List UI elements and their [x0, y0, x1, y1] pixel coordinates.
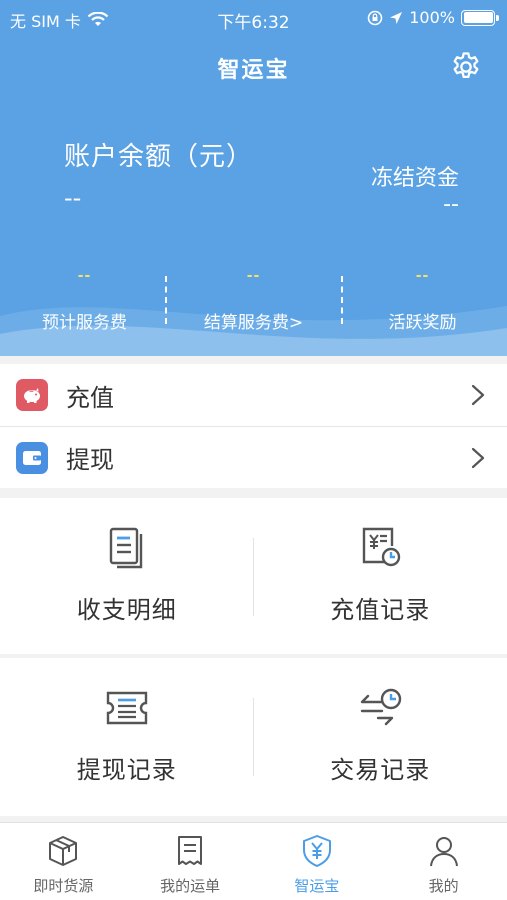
recharge-label: 充值 [66, 383, 114, 412]
tab-label: 即时货源 [33, 877, 94, 895]
user-icon [429, 837, 458, 867]
grid-row: 提现记录 交易记录 [0, 658, 507, 814]
grid-label: 收支明细 [76, 596, 177, 624]
battery-icon [461, 9, 499, 26]
piggy-bank-icon [16, 379, 48, 411]
stat-value: -- [77, 268, 92, 284]
battery-percent: 100% [409, 8, 455, 27]
chevron-right-icon [471, 384, 485, 406]
page-title: 智运宝 [217, 58, 290, 83]
ticket-icon [106, 691, 147, 725]
withdraw-label: 提现 [66, 446, 114, 474]
tab-my-waybill[interactable]: 我的运单 [127, 823, 254, 900]
package-icon [49, 836, 78, 866]
recharge-row[interactable]: 充值 [0, 364, 507, 426]
tab-mine[interactable]: 我的 [380, 823, 507, 900]
grid-label: 交易记录 [330, 756, 431, 784]
recharge-records-button[interactable]: 充值记录 [254, 498, 507, 654]
gear-icon[interactable] [449, 50, 483, 84]
stat-estimated-fee: -- 预计服务费 [0, 264, 169, 336]
income-expense-detail-button[interactable]: 收支明细 [0, 498, 254, 654]
chevron-right-icon [471, 447, 485, 469]
stat-label: 活跃奖励 [388, 313, 457, 333]
tab-zhiyunbao[interactable]: 智运宝 [254, 823, 381, 900]
transfer-clock-icon [361, 688, 402, 726]
stat-divider [341, 276, 343, 324]
tab-label: 我的 [428, 877, 459, 895]
orientation-lock-icon [367, 10, 383, 25]
action-list: 充值 提现 [0, 364, 507, 488]
receipt-clock-icon [363, 527, 401, 567]
waybill-icon [178, 836, 203, 865]
account-header: 无 SIM 卡 下午6:32 100% 智运宝 账户余额（元） -- 冻结资金 … [0, 0, 507, 356]
tab-label: 智运宝 [294, 877, 340, 895]
stat-label[interactable]: 结算服务费> [169, 308, 338, 333]
stat-active-reward: -- 活跃奖励 [338, 264, 507, 336]
transaction-records-button[interactable]: 交易记录 [254, 658, 507, 814]
grid-label: 充值记录 [330, 596, 431, 624]
shield-yuan-icon [302, 835, 331, 867]
status-bar: 无 SIM 卡 下午6:32 100% [0, 0, 507, 36]
document-list-icon [109, 527, 142, 569]
tab-instant-cargo[interactable]: 即时货源 [0, 823, 127, 900]
stat-divider [165, 276, 167, 324]
withdraw-row[interactable]: 提现 [0, 426, 507, 488]
stat-value: -- [246, 268, 261, 284]
tab-label: 我的运单 [160, 877, 221, 895]
frozen-funds-value: -- [443, 192, 459, 217]
location-arrow-icon [390, 11, 403, 24]
tab-bar: 即时货源 我的运单 智运宝 我的 [0, 822, 507, 900]
balance-value: -- [64, 184, 82, 212]
withdraw-records-button[interactable]: 提现记录 [0, 658, 254, 814]
frozen-funds-label: 冻结资金 [370, 166, 459, 191]
stat-label: 预计服务费 [42, 313, 127, 333]
records-grid: 收支明细 充值记录 提现记录 交易记录 [0, 498, 507, 816]
stats-row: -- 预计服务费 -- 结算服务费> -- 活跃奖励 [0, 264, 507, 336]
stat-settled-fee[interactable]: -- 结算服务费> [169, 264, 338, 336]
status-right: 100% [367, 8, 499, 27]
grid-row: 收支明细 充值记录 [0, 498, 507, 654]
grid-label: 提现记录 [76, 756, 177, 784]
balance-label: 账户余额（元） [64, 142, 254, 172]
wallet-icon [16, 441, 48, 474]
stat-value: -- [415, 268, 430, 284]
